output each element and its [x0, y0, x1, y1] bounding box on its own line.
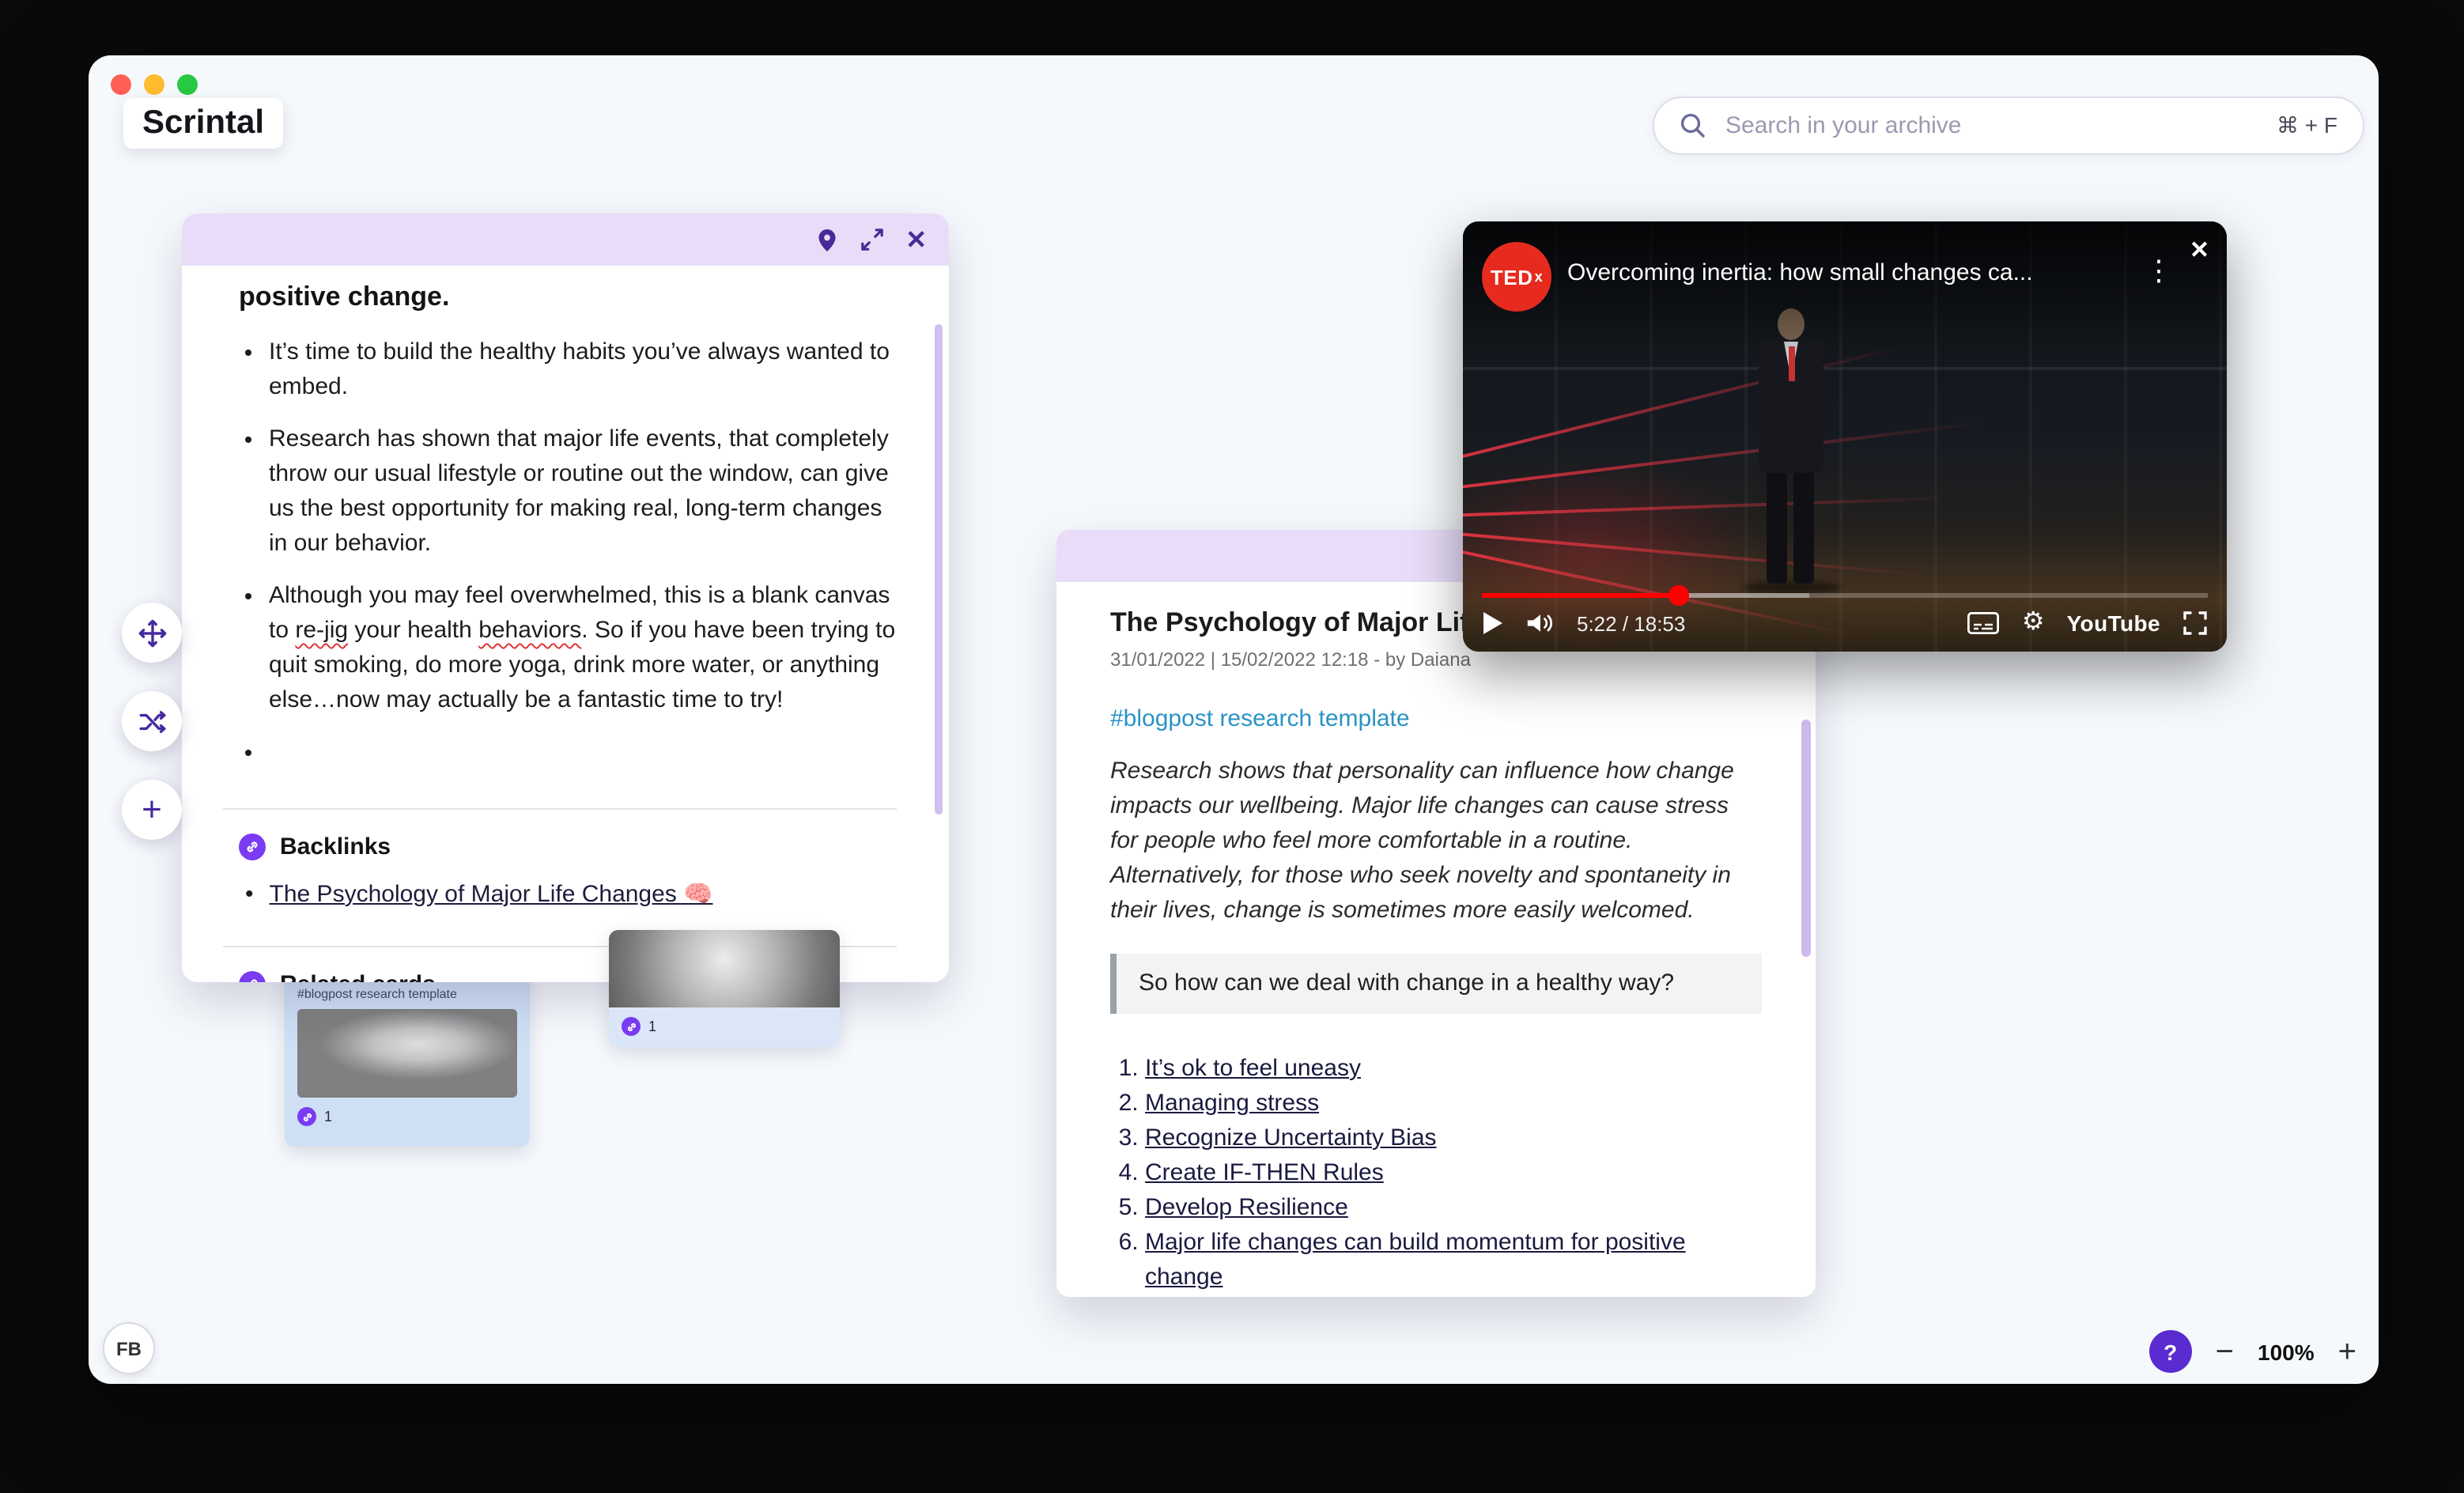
played-bar — [1482, 593, 1678, 598]
search-bar[interactable]: ⌘ + F — [1653, 96, 2364, 155]
related-cards-icon — [239, 971, 266, 982]
bullet-dot: • — [245, 880, 254, 907]
intro-paragraph[interactable]: Research shows that personality can infl… — [1110, 754, 1746, 928]
note-body: positive change. It’s time to build the … — [182, 266, 949, 982]
note-heading[interactable]: positive change. — [239, 282, 917, 313]
fullscreen-icon[interactable] — [2182, 610, 2208, 636]
numbered-link-list: It’s ok to feel uneasy Managing stress R… — [1110, 1052, 1762, 1295]
backlinks-section-header: Backlinks — [239, 833, 917, 860]
help-button[interactable]: ? — [2149, 1330, 2192, 1373]
youtube-logo[interactable]: YouTube — [2067, 610, 2160, 636]
note-body: The Psychology of Major Life 31/01/2022 … — [1056, 582, 1816, 1297]
list-item: Develop Resilience — [1145, 1191, 1762, 1226]
video-controls: 5:22 / 18:53 ⚙ YouTube — [1482, 603, 2208, 644]
search-input[interactable] — [1722, 111, 2277, 141]
shuffle-icon — [137, 706, 167, 736]
note-link[interactable]: Create IF-THEN Rules — [1145, 1159, 1384, 1186]
tag-link[interactable]: #blogpost research template — [1110, 705, 1410, 732]
video-progress-bar[interactable] — [1482, 593, 2208, 598]
pan-tool-button[interactable] — [122, 603, 182, 663]
more-options-icon[interactable]: ⋮ — [2145, 255, 2173, 288]
app-window: Scrintal ⌘ + F — [89, 55, 2379, 1384]
list-item: Create IF-THEN Rules — [1145, 1156, 1762, 1191]
note-link[interactable]: Managing stress — [1145, 1090, 1319, 1117]
scrollbar-thumb[interactable] — [1801, 720, 1811, 957]
note-link[interactable]: It’s ok to feel uneasy — [1145, 1055, 1361, 1082]
close-icon[interactable]: ✕ — [905, 224, 927, 255]
note-card-open: ✕ positive change. It’s time to build th… — [182, 214, 949, 982]
user-avatar[interactable]: FB — [103, 1322, 155, 1374]
list-item: It’s ok to feel uneasy — [1145, 1052, 1762, 1087]
list-item: Major life changes can build momentum fo… — [1145, 1226, 1762, 1295]
laser-line — [1463, 344, 1908, 462]
backlink-count-icon — [622, 1017, 641, 1036]
list-item: Recognize Uncertainty Bias — [1145, 1121, 1762, 1156]
quote-block[interactable]: So how can we deal with change in a heal… — [1110, 954, 1762, 1014]
bullet-item[interactable]: Although you may feel overwhelmed, this … — [269, 579, 901, 718]
screen: Scrintal ⌘ + F — [0, 0, 2464, 1493]
zoom-window-button[interactable] — [177, 74, 198, 95]
zoom-out-button[interactable]: − — [2216, 1336, 2234, 1367]
note-meta: 31/01/2022 | 15/02/2022 12:18 - by Daian… — [1110, 648, 1762, 671]
video-title-link[interactable]: Overcoming inertia: how small changes ca… — [1567, 259, 2042, 286]
captions-icon[interactable] — [1968, 612, 2000, 634]
note-card-header: ✕ — [182, 214, 949, 266]
stage-beam — [1463, 367, 2227, 370]
note-link[interactable]: Major life changes can build momentum fo… — [1145, 1229, 1686, 1291]
rosa-parks-photo — [297, 1009, 517, 1098]
canvas-card-rosa-parks[interactable]: ✕ Rosa Parks #blogpost research template… — [285, 957, 530, 1147]
minimize-window-button[interactable] — [144, 74, 164, 95]
shuffle-tool-button[interactable] — [122, 691, 182, 751]
plus-icon: + — [142, 789, 162, 830]
video-player-overlay: TEDx Overcoming inertia: how small chang… — [1463, 221, 2227, 652]
locate-pin-icon[interactable] — [815, 227, 837, 252]
zoom-level: 100% — [2258, 1339, 2315, 1364]
video-top-gradient — [1463, 221, 2227, 354]
mini-card-footer: 1 — [297, 1107, 517, 1126]
note-link[interactable]: Recognize Uncertainty Bias — [1145, 1124, 1437, 1151]
bullet-item[interactable]: Research has shown that major life event… — [269, 422, 901, 561]
play-button[interactable] — [1482, 610, 1504, 636]
search-icon — [1680, 112, 1706, 139]
backlinks-icon — [239, 833, 266, 860]
expand-icon[interactable] — [860, 228, 883, 251]
backlink-item: • The Psychology of Major Life Changes 🧠 — [239, 879, 917, 908]
note-link[interactable]: Develop Resilience — [1145, 1194, 1348, 1221]
volume-icon[interactable] — [1526, 610, 1555, 636]
zoom-controls: ? − 100% + — [2149, 1330, 2356, 1373]
backlink-count: 1 — [648, 1019, 656, 1034]
bullet-item[interactable] — [269, 735, 901, 770]
bullet-list: It’s time to build the healthy habits yo… — [239, 335, 917, 770]
divider — [223, 808, 897, 810]
window-controls — [111, 74, 198, 95]
bullet-item[interactable]: It’s time to build the healthy habits yo… — [269, 335, 901, 405]
backlinks-label: Backlinks — [280, 833, 391, 860]
close-video-icon[interactable]: ✕ — [2190, 236, 2209, 264]
tedx-logo: TEDx — [1482, 242, 1551, 312]
mini-card-footer: 1 — [609, 1017, 840, 1036]
related-cards-label: Related cards — [280, 971, 436, 982]
close-window-button[interactable] — [111, 74, 131, 95]
mini-card-subtitle: #blogpost research template — [297, 987, 517, 1001]
backlink-link[interactable]: The Psychology of Major Life Changes 🧠 — [270, 879, 713, 908]
add-card-button[interactable]: + — [122, 780, 182, 840]
backlink-count: 1 — [324, 1109, 332, 1124]
canvas-card-einstein[interactable]: 1 — [609, 930, 840, 1047]
backlink-count-icon — [297, 1107, 316, 1126]
settings-gear-icon[interactable]: ⚙ — [2022, 610, 2045, 636]
video-time: 5:22 / 18:53 — [1577, 611, 1685, 635]
zoom-in-button[interactable]: + — [2338, 1336, 2356, 1367]
app-logo: Scrintal — [123, 98, 283, 149]
einstein-photo — [609, 930, 840, 1007]
list-item: Managing stress — [1145, 1087, 1762, 1121]
scrollbar-thumb[interactable] — [935, 324, 943, 815]
search-shortcut: ⌘ + F — [2277, 112, 2337, 139]
move-icon — [137, 618, 167, 648]
